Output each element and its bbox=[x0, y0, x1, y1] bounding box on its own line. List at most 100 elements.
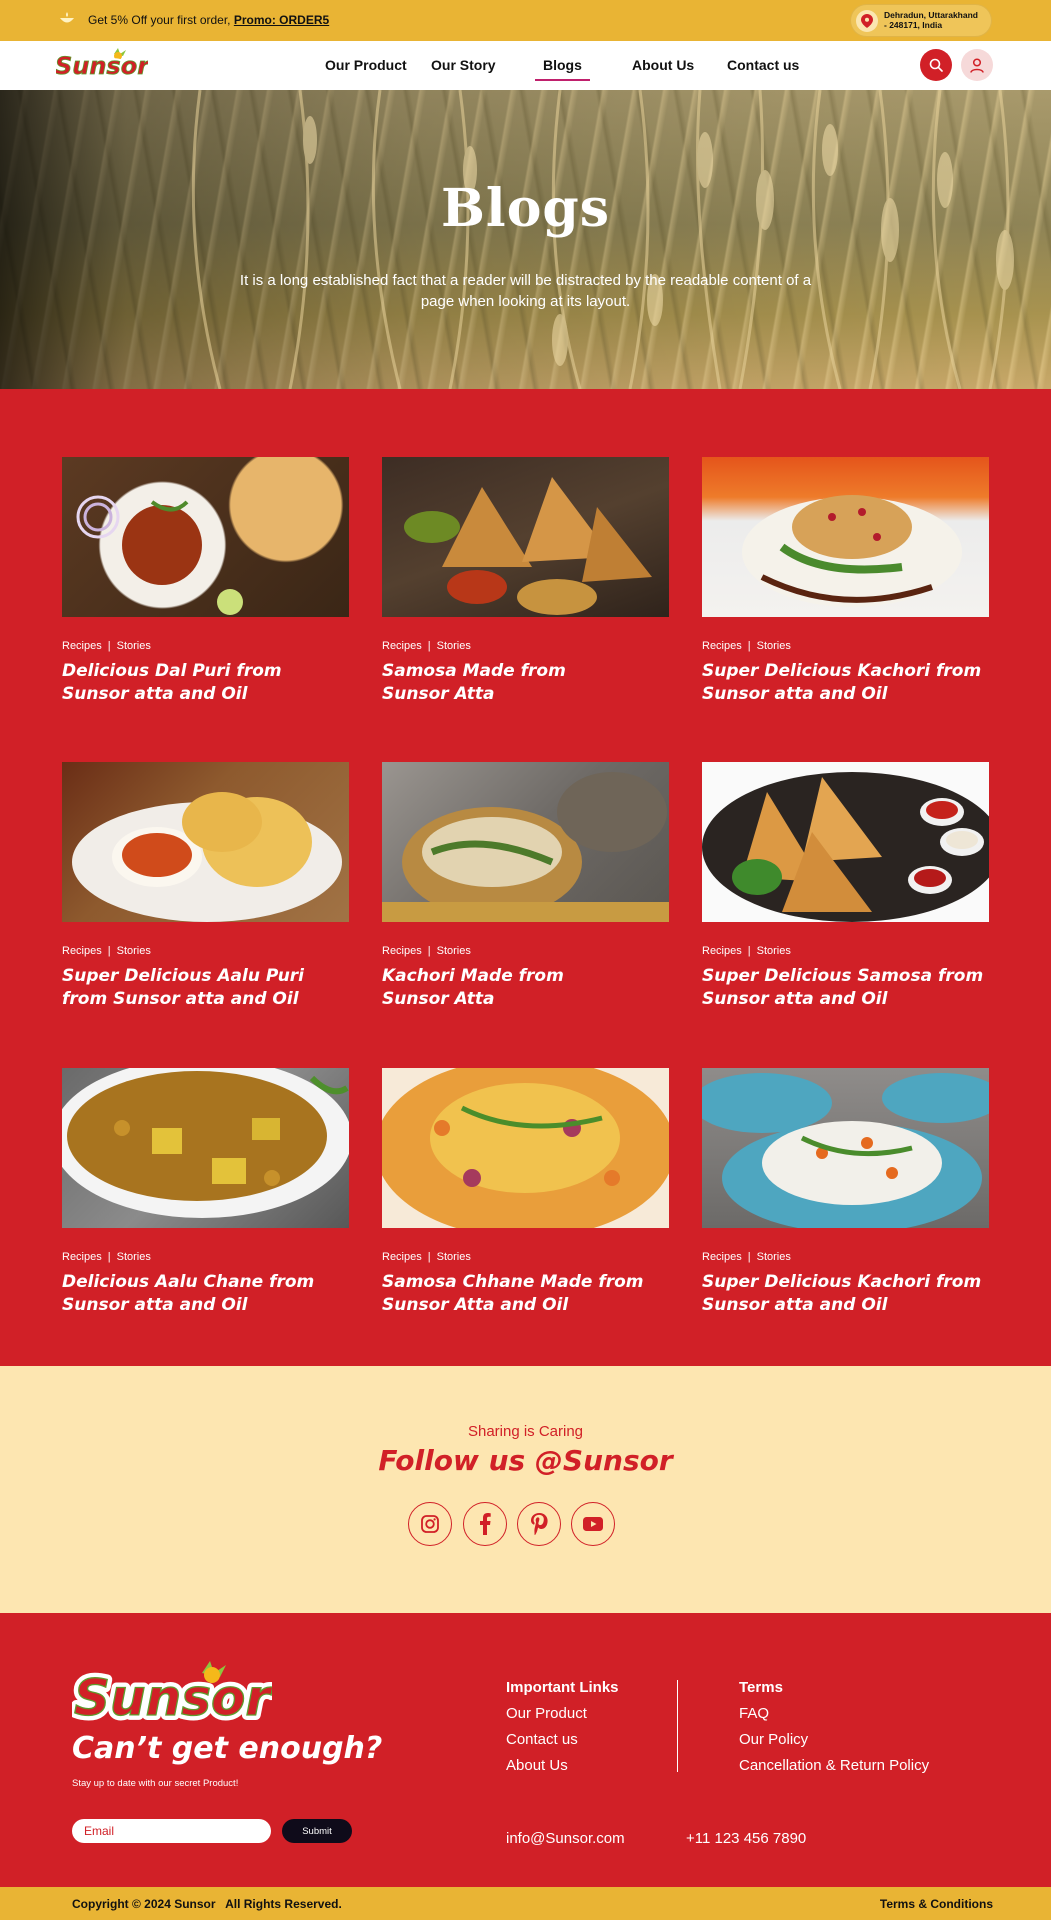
blog-categories: Recipes | Stories bbox=[702, 945, 989, 957]
blog-card[interactable]: Recipes | Stories Delicious Aalu Chane fro… bbox=[62, 1068, 349, 1317]
category-recipes[interactable]: Recipes bbox=[62, 945, 102, 957]
submit-button[interactable]: Submit bbox=[282, 1819, 352, 1843]
search-button[interactable] bbox=[920, 49, 952, 81]
nav-contact-us[interactable]: Contact us bbox=[727, 57, 799, 73]
youtube-link[interactable] bbox=[571, 1502, 615, 1546]
footer-link-faq[interactable]: FAQ bbox=[739, 1705, 769, 1722]
nav-our-product[interactable]: Our Product bbox=[325, 57, 407, 73]
location-pin-icon bbox=[856, 10, 878, 32]
dahi-kachori-image[interactable] bbox=[702, 457, 989, 617]
footer-email-link[interactable]: info@Sunsor.com bbox=[506, 1830, 625, 1847]
blog-card[interactable]: Recipes | Stories Super Delicious Samosa f… bbox=[702, 762, 989, 1011]
footer-link-about-us[interactable]: About Us bbox=[506, 1757, 568, 1774]
category-stories[interactable]: Stories bbox=[437, 1251, 471, 1263]
category-stories[interactable]: Stories bbox=[437, 640, 471, 652]
category-stories[interactable]: Stories bbox=[757, 945, 791, 957]
follow-kicker: Sharing is Caring bbox=[467, 1423, 584, 1440]
category-separator: | bbox=[747, 1251, 751, 1263]
nav-about-us[interactable]: About Us bbox=[632, 57, 694, 73]
sunsor-footer-logo[interactable]: Sunsor Sunsor bbox=[72, 1659, 272, 1725]
location-line-1: Dehradun, Uttarakhand bbox=[884, 10, 978, 20]
main-nav: Sunsor Sunsor Our Product Our Story Blog… bbox=[0, 41, 1051, 90]
blog-card[interactable]: Recipes | Stories Super Delicious Aalu Pur… bbox=[62, 762, 349, 1011]
dahi-puri-image[interactable] bbox=[702, 1068, 989, 1228]
blog-title[interactable]: Samosa Chhane Made from Sunsor Atta and … bbox=[382, 1271, 669, 1317]
dal-puri-image[interactable] bbox=[62, 457, 349, 617]
blog-card[interactable]: Recipes | Stories Super Delicious Kachori … bbox=[702, 1068, 989, 1317]
footer-newsletter-text: Stay up to date with our secret Product! bbox=[72, 1778, 239, 1789]
blog-card[interactable]: Recipes | Stories Samosa Made from Sunsor … bbox=[382, 457, 669, 706]
category-stories[interactable]: Stories bbox=[757, 1251, 791, 1263]
category-separator: | bbox=[747, 640, 751, 652]
samosa-chaat-image[interactable] bbox=[382, 1068, 669, 1228]
category-stories[interactable]: Stories bbox=[117, 1251, 151, 1263]
pinterest-link[interactable] bbox=[517, 1502, 561, 1546]
blog-title[interactable]: Samosa Made from Sunsor Atta bbox=[382, 660, 612, 706]
aalu-puri-image[interactable] bbox=[62, 762, 349, 922]
category-separator: | bbox=[107, 1251, 111, 1263]
footer-phone-link[interactable]: +11 123 456 7890 bbox=[686, 1830, 806, 1847]
account-button[interactable] bbox=[961, 49, 993, 81]
blog-categories: Recipes | Stories bbox=[62, 640, 349, 652]
category-recipes[interactable]: Recipes bbox=[702, 1251, 742, 1263]
blog-card[interactable]: Recipes | Stories Kachori Made from Sunsor… bbox=[382, 762, 669, 1011]
blog-categories: Recipes | Stories bbox=[702, 1251, 989, 1263]
blog-title[interactable]: Super Delicious Kachori from Sunsor atta… bbox=[702, 660, 989, 706]
blog-card[interactable]: Recipes | Stories Super Delicious Kachori … bbox=[702, 457, 989, 706]
wheat-field-image bbox=[191, 90, 1014, 389]
category-recipes[interactable]: Recipes bbox=[382, 945, 422, 957]
blog-title[interactable]: Super Delicious Samosa from Sunsor atta … bbox=[702, 965, 989, 1011]
follow-title: Follow us @Sunsor bbox=[378, 1444, 673, 1477]
instagram-icon bbox=[421, 1515, 439, 1533]
category-recipes[interactable]: Recipes bbox=[62, 1251, 102, 1263]
category-recipes[interactable]: Recipes bbox=[702, 945, 742, 957]
footer-link-our-product[interactable]: Our Product bbox=[506, 1705, 587, 1722]
promo-message: Get 5% Off your first order, bbox=[88, 13, 234, 27]
follow-section: Sharing is Caring Follow us @Sunsor bbox=[0, 1366, 1051, 1613]
aalu-chane-image[interactable] bbox=[62, 1068, 349, 1228]
terms-conditions-link[interactable]: Terms & Conditions bbox=[880, 1897, 993, 1911]
blog-title[interactable]: Super Delicious Aalu Puri from Sunsor at… bbox=[62, 965, 349, 1011]
footer-link-contact-us[interactable]: Contact us bbox=[506, 1731, 578, 1748]
samosa-plate-image[interactable] bbox=[702, 762, 989, 922]
hero-subtitle: It is a long established fact that a rea… bbox=[239, 272, 812, 310]
blog-card[interactable]: Recipes | Stories Delicious Dal Puri from … bbox=[62, 457, 349, 706]
footer-link-cancellation[interactable]: Cancellation & Return Policy bbox=[739, 1757, 929, 1774]
kachori-image[interactable] bbox=[382, 762, 669, 922]
footer-link-our-policy[interactable]: Our Policy bbox=[739, 1731, 808, 1748]
category-recipes[interactable]: Recipes bbox=[702, 640, 742, 652]
nav-blogs[interactable]: Blogs bbox=[535, 57, 590, 81]
category-stories[interactable]: Stories bbox=[757, 640, 791, 652]
category-recipes[interactable]: Recipes bbox=[382, 1251, 422, 1263]
blog-grid: Recipes | Stories Delicious Dal Puri from … bbox=[0, 389, 1051, 1366]
page-title: Blogs bbox=[440, 178, 611, 239]
category-stories[interactable]: Stories bbox=[117, 945, 151, 957]
category-stories[interactable]: Stories bbox=[117, 640, 151, 652]
blog-title[interactable]: Delicious Aalu Chane from Sunsor atta an… bbox=[62, 1271, 349, 1317]
user-icon bbox=[970, 57, 984, 73]
instagram-link[interactable] bbox=[408, 1502, 452, 1546]
category-separator: | bbox=[107, 640, 111, 652]
lamp-icon bbox=[60, 12, 74, 23]
category-recipes[interactable]: Recipes bbox=[62, 640, 102, 652]
blog-card[interactable]: Recipes | Stories Samosa Chhane Made from … bbox=[382, 1068, 669, 1317]
nav-our-story[interactable]: Our Story bbox=[431, 57, 496, 73]
search-icon bbox=[929, 58, 943, 72]
location-selector[interactable]: Dehradun, Uttarakhand - 248171, India bbox=[850, 4, 992, 37]
blog-categories: Recipes | Stories bbox=[382, 945, 669, 957]
category-stories[interactable]: Stories bbox=[437, 945, 471, 957]
sunsor-logo[interactable]: Sunsor Sunsor bbox=[56, 48, 148, 82]
email-field[interactable] bbox=[72, 1819, 271, 1843]
location-text: Dehradun, Uttarakhand - 248171, India bbox=[884, 10, 988, 30]
facebook-icon bbox=[480, 1513, 491, 1535]
samosa-image[interactable] bbox=[382, 457, 669, 617]
blog-title[interactable]: Super Delicious Kachori from Sunsor atta… bbox=[702, 1271, 989, 1317]
facebook-link[interactable] bbox=[463, 1502, 507, 1546]
promo-code-link[interactable]: Promo: ORDER5 bbox=[234, 13, 329, 27]
category-separator: | bbox=[427, 640, 431, 652]
blog-title[interactable]: Kachori Made from Sunsor Atta bbox=[382, 965, 612, 1011]
category-recipes[interactable]: Recipes bbox=[382, 640, 422, 652]
blog-title[interactable]: Delicious Dal Puri from Sunsor atta and … bbox=[62, 660, 349, 706]
blog-categories: Recipes | Stories bbox=[382, 1251, 669, 1263]
copyright-bar: Copyright © 2024 Sunsor All Rights Reser… bbox=[0, 1887, 1051, 1920]
